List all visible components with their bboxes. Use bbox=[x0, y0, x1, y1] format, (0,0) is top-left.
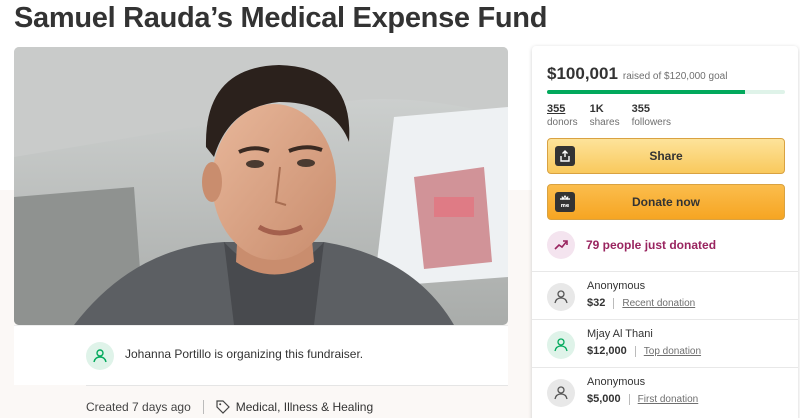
donation-detail: $12,000 Top donation bbox=[587, 345, 701, 357]
raised-amount: $100,001 bbox=[547, 64, 618, 83]
donate-label: Donate now bbox=[632, 195, 700, 209]
stat-value: 355 bbox=[631, 103, 650, 115]
progress-bar bbox=[547, 90, 785, 94]
goal-text: raised of $120,000 goal bbox=[622, 71, 728, 82]
trending-up-icon bbox=[547, 231, 575, 259]
donor-avatar-icon bbox=[547, 379, 575, 407]
meta-separator bbox=[202, 400, 204, 414]
trending-notice: 79 people just donated bbox=[547, 231, 716, 259]
donation-amount: $12,000 bbox=[587, 345, 627, 357]
donor-avatar-icon bbox=[547, 283, 575, 311]
stat-label: followers bbox=[631, 117, 672, 128]
donation-sidebar: $100,001 raised of $120,000 goal 355 don… bbox=[532, 46, 798, 418]
donate-button[interactable]: me Donate now bbox=[547, 184, 785, 220]
donation-type-link[interactable]: Top donation bbox=[644, 346, 701, 357]
stat-value: 355 bbox=[547, 103, 566, 115]
donation-item: Mjay Al Thani $12,000 Top donation bbox=[532, 319, 798, 367]
donor-name: Anonymous bbox=[587, 376, 646, 388]
campaign-photo[interactable] bbox=[14, 47, 508, 325]
stat-value: 1K bbox=[589, 103, 604, 115]
stat-label: donors bbox=[547, 117, 578, 128]
share-icon bbox=[555, 146, 575, 166]
section-divider bbox=[86, 385, 508, 386]
donation-amount: $32 bbox=[587, 297, 606, 309]
stat-label: shares bbox=[589, 117, 620, 128]
stat-shares: 1K shares bbox=[590, 103, 620, 129]
campaign-photo-image bbox=[14, 47, 508, 325]
donor-name: Anonymous bbox=[587, 280, 646, 292]
donation-amount: $5,000 bbox=[587, 393, 621, 405]
donor-avatar-icon bbox=[547, 331, 575, 359]
donation-detail: $5,000 First donation bbox=[587, 393, 698, 405]
organizer-section: Johanna Portillo is organizing this fund… bbox=[14, 325, 508, 385]
share-label: Share bbox=[649, 149, 683, 163]
raised-summary: $100,001 raised of $120,000 goal bbox=[547, 64, 727, 84]
donation-detail: $32 Recent donation bbox=[587, 297, 695, 309]
donor-name: Mjay Al Thani bbox=[587, 328, 653, 340]
svg-text:me: me bbox=[561, 203, 570, 209]
tag-icon bbox=[216, 400, 230, 414]
donation-type-link[interactable]: Recent donation bbox=[622, 298, 695, 309]
donation-separator bbox=[613, 297, 615, 309]
page-title: Samuel Rauda’s Medical Expense Fund bbox=[14, 2, 548, 34]
organizer-text: Johanna Portillo is organizing this fund… bbox=[125, 347, 364, 361]
campaign-meta: Created 7 days ago Medical, Illness & He… bbox=[86, 400, 373, 414]
donation-item: Anonymous $5,000 First donation bbox=[532, 367, 798, 415]
donation-item: Anonymous $32 Recent donation bbox=[532, 271, 798, 319]
donation-type-link[interactable]: First donation bbox=[638, 394, 699, 405]
progress-fill bbox=[547, 90, 746, 94]
share-button[interactable]: Share bbox=[547, 138, 785, 174]
gofundme-logo-icon: me bbox=[555, 192, 575, 212]
donation-separator bbox=[634, 345, 636, 357]
created-date: Created 7 days ago bbox=[86, 400, 191, 414]
category-link[interactable]: Medical, Illness & Healing bbox=[236, 400, 373, 414]
trending-text: 79 people just donated bbox=[586, 238, 717, 252]
stat-followers: 355 followers bbox=[632, 103, 671, 129]
stat-donors[interactable]: 355 donors bbox=[547, 103, 578, 129]
campaign-stats: 355 donors 1K shares 355 followers bbox=[547, 103, 671, 129]
user-hand-icon bbox=[86, 342, 114, 370]
donation-separator bbox=[628, 393, 630, 405]
